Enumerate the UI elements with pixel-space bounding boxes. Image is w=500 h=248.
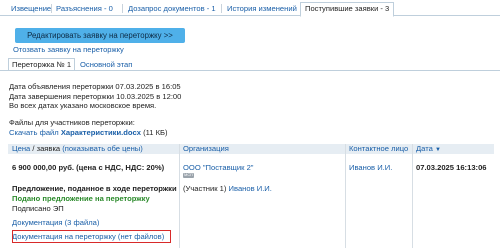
contact-person-link[interactable]: Иванов И.И. bbox=[349, 163, 392, 172]
subtab-main-stage[interactable]: Основной этап bbox=[80, 59, 132, 70]
column-divider bbox=[412, 144, 413, 248]
participant-number: (Участник 1) bbox=[183, 184, 229, 193]
documents-link[interactable]: Документация (3 файла) bbox=[12, 218, 99, 227]
withdraw-rebid-link[interactable]: Отозвать заявку на переторжку bbox=[13, 45, 124, 54]
tab-notice[interactable]: Извещение bbox=[11, 3, 51, 14]
files-heading: Файлы для участников переторжки: bbox=[9, 118, 135, 127]
contact-column-header[interactable]: Контактное лицо bbox=[349, 144, 408, 154]
file-name: Характеристики.docx bbox=[60, 128, 141, 137]
column-divider bbox=[179, 144, 180, 248]
rebid-announce-date: Дата объявления переторжки 07.03.2025 в … bbox=[9, 82, 181, 91]
tab-bar: Извещение Разъяснения - 0 Дозапрос докум… bbox=[0, 0, 500, 17]
date-column-header[interactable]: Дата ▼ bbox=[416, 144, 441, 154]
offer-title: Предложение, поданное в ходе переторжки bbox=[12, 184, 177, 193]
tab-received-bids[interactable]: Поступившие заявки - 3 bbox=[300, 2, 395, 17]
org-column-header[interactable]: Организация bbox=[183, 144, 229, 154]
organization-link[interactable]: ООО "Поставщик 2" bbox=[183, 163, 254, 172]
bid-price: 6 900 000,00 руб. (цена с НДС, НДС: 20%) bbox=[12, 163, 165, 172]
bid-date: 07.03.2025 16:13:06 bbox=[416, 163, 487, 172]
tab-divider bbox=[122, 4, 123, 13]
tab-clarifications[interactable]: Разъяснения - 0 bbox=[56, 3, 113, 14]
participant-info: (Участник 1) Иванов И.И. bbox=[183, 184, 272, 193]
participant-name-link[interactable]: Иванов И.И. bbox=[229, 184, 272, 193]
sort-desc-icon: ▼ bbox=[434, 147, 441, 153]
rebid-end-date: Дата завершения переторжки 10.03.2025 в … bbox=[9, 92, 182, 101]
sort-by-price-link[interactable]: Цена bbox=[12, 144, 30, 153]
edit-rebid-button[interactable]: Редактировать заявку на переторжку >> bbox=[15, 28, 185, 43]
timezone-note: Во всех датах указано московское время. bbox=[9, 101, 157, 110]
offer-status: Подано предложение на переторжку bbox=[12, 194, 150, 203]
highlight-box bbox=[12, 230, 171, 243]
sme-badge: МСП bbox=[183, 173, 194, 178]
column-divider bbox=[345, 144, 346, 248]
tab-document-requests[interactable]: Дозапрос документов - 1 bbox=[128, 3, 216, 14]
tab-change-history[interactable]: История изменений bbox=[227, 3, 297, 14]
file-download-line: Скачать файл Характеристики.docx (11 КБ) bbox=[9, 128, 168, 137]
sort-by-date-link[interactable]: Дата bbox=[416, 144, 433, 153]
header-separator: / заявка bbox=[30, 144, 63, 153]
table-header: Цена / заявка (показывать обе цены) Орга… bbox=[8, 144, 494, 154]
rebid-subtabs: Переторжка № 1 Основной этап bbox=[0, 57, 500, 71]
file-size: (11 КБ) bbox=[140, 128, 168, 137]
tab-divider bbox=[221, 4, 222, 13]
download-prefix: Скачать файл bbox=[9, 128, 61, 137]
subtab-divider bbox=[0, 70, 500, 71]
download-file-link[interactable]: Скачать файл Характеристики.docx bbox=[9, 128, 141, 137]
tab-divider bbox=[51, 4, 52, 13]
bids-table: Цена / заявка (показывать обе цены) Орга… bbox=[8, 144, 494, 248]
signed-status: Подписано ЭП bbox=[12, 204, 64, 213]
price-column-header: Цена / заявка (показывать обе цены) bbox=[12, 144, 143, 154]
show-both-prices-link[interactable]: (показывать обе цены) bbox=[62, 144, 142, 153]
